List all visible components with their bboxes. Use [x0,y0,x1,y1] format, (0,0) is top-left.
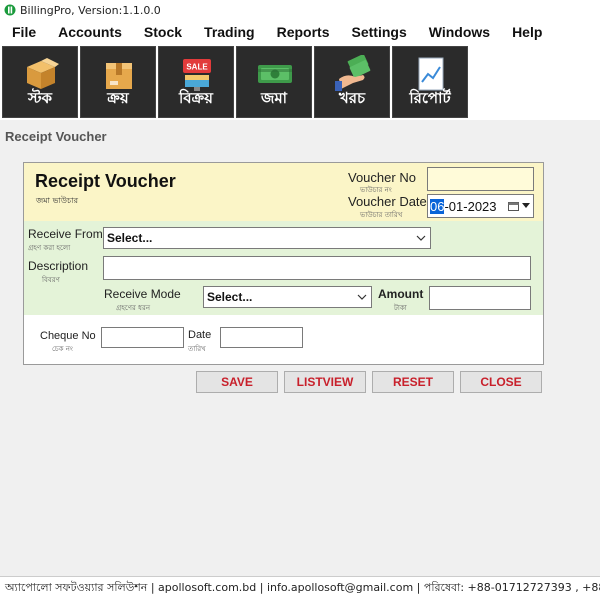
chevron-down-icon [522,203,530,208]
toolbar-deposit-button[interactable]: জমা [236,46,312,118]
cheque-date-label: Date [188,329,212,341]
voucher-date-picker[interactable]: 06 -01-2023 [427,194,534,218]
form-header-band: Receipt Voucher জমা ভাউচার Voucher No ভা… [24,163,543,221]
title-bar: BillingPro, Version:1.1.0.0 [0,0,600,20]
form-heading-sub: জমা ভাউচার [36,196,79,205]
description-sublabel: বিবরণ [42,276,60,284]
toolbar-sale-button[interactable]: SALE বিক্রয় [158,46,234,118]
toolbar-purchase-label: ক্রয় [107,89,129,107]
receive-mode-value: Select... [207,290,253,304]
cheque-no-input[interactable] [101,327,184,348]
toolbar: স্টক ক্রয় SALE বিক্রয় জমা খরচ রিপোর্ট [0,44,600,120]
calendar-icon [508,202,519,211]
toolbar-deposit-label: জমা [260,89,288,107]
receive-from-sublabel: গ্রহণ করা হলো [28,244,71,252]
voucher-date-sublabel: ভাউচার তারিখ [360,211,403,219]
toolbar-expense-button[interactable]: খরচ [314,46,390,118]
footer-bar: অ্যাপোলো সফটওয়্যার সলিউশন | apollosoft.… [0,576,600,600]
menu-file[interactable]: File [0,20,47,44]
close-button[interactable]: CLOSE [460,371,542,393]
sale-sign-text: SALE [186,63,208,72]
amount-sublabel: টাকা [394,304,407,312]
cheque-no-sublabel: চেক নং [52,345,73,353]
menu-help[interactable]: Help [501,20,553,44]
receive-mode-label: Receive Mode [104,287,181,301]
toolbar-stock-label: স্টক [27,89,53,107]
listview-button[interactable]: LISTVIEW [284,371,366,393]
reset-button[interactable]: RESET [372,371,454,393]
cheque-date-input[interactable] [220,327,303,348]
voucher-no-input[interactable] [427,167,534,191]
toolbar-report-label: রিপোর্ট [409,89,451,107]
voucher-date-day: 06 [430,198,445,214]
menu-trading[interactable]: Trading [193,20,266,44]
chevron-down-icon [416,235,426,241]
voucher-no-label: Voucher No [348,170,416,185]
voucher-date-rest: -01-2023 [444,198,497,214]
toolbar-stock-button[interactable]: স্টক [2,46,78,118]
menu-settings[interactable]: Settings [341,20,418,44]
menu-accounts[interactable]: Accounts [47,20,133,44]
save-button[interactable]: SAVE [196,371,278,393]
chevron-down-icon [357,294,367,300]
footer-text: অ্যাপোলো সফটওয়্যার সলিউশন | apollosoft.… [5,581,600,594]
form-heading: Receipt Voucher [35,171,176,191]
menu-stock[interactable]: Stock [133,20,193,44]
voucher-date-label: Voucher Date [348,194,427,209]
receipt-voucher-form: Receipt Voucher জমা ভাউচার Voucher No ভা… [23,162,544,365]
description-label: Description [28,259,89,273]
menu-reports[interactable]: Reports [266,20,341,44]
window-title: BillingPro, Version:1.1.0.0 [20,3,161,17]
toolbar-purchase-button[interactable]: ক্রয় [80,46,156,118]
amount-input[interactable] [429,286,531,310]
menu-bar: File Accounts Stock Trading Reports Sett… [0,20,600,44]
receive-mode-select[interactable]: Select... [203,286,372,308]
app-logo-icon [4,4,16,16]
cheque-no-label: Cheque No [40,330,96,342]
receive-from-select[interactable]: Select... [103,227,431,249]
form-cheque-band: Cheque No চেক নং Date তারিখ [24,315,543,364]
receive-from-value: Select... [107,231,153,245]
menu-windows[interactable]: Windows [418,20,501,44]
toolbar-report-button[interactable]: রিপোর্ট [392,46,468,118]
section-title: Receipt Voucher [5,129,107,144]
receive-from-label: Receive From [28,227,103,241]
description-input[interactable] [103,256,531,280]
amount-label: Amount [378,287,424,301]
form-fields-band: Receive From গ্রহণ করা হলো Select... Des… [24,221,543,315]
receive-mode-sublabel: গ্রহণের ধরন [116,304,150,312]
toolbar-sale-label: বিক্রয় [178,89,214,107]
toolbar-expense-label: খরচ [338,89,366,107]
cheque-date-sublabel: তারিখ [188,345,206,353]
